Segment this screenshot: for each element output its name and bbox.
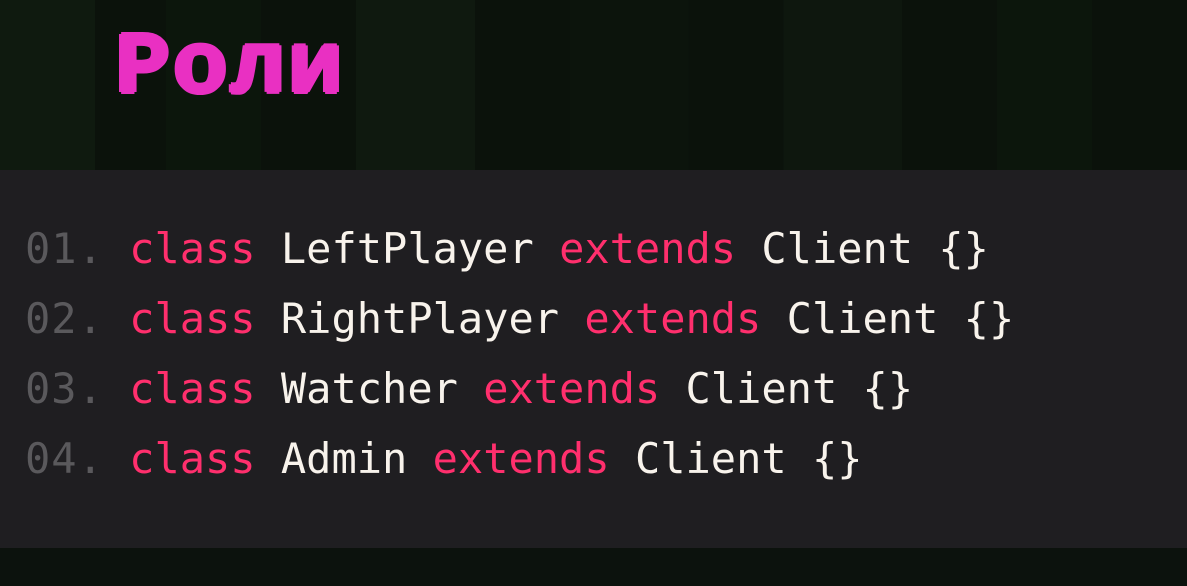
class-name: LeftPlayer [281, 224, 534, 273]
braces: {} [964, 294, 1015, 343]
keyword-extends: extends [433, 434, 610, 483]
line-number: 01. [25, 224, 104, 273]
keyword-class: class [129, 364, 255, 413]
code-line: 02. class RightPlayer extends Client {} [25, 298, 1187, 340]
code-line: 01. class LeftPlayer extends Client {} [25, 228, 1187, 270]
braces: {} [812, 434, 863, 483]
base-class: Client [761, 224, 913, 273]
braces: {} [938, 224, 989, 273]
keyword-class: class [129, 224, 255, 273]
keyword-extends: extends [584, 294, 761, 343]
slide-title: Роли [115, 20, 345, 119]
class-name: Admin [281, 434, 407, 483]
base-class: Client [686, 364, 838, 413]
code-line: 04. class Admin extends Client {} [25, 438, 1187, 480]
keyword-extends: extends [559, 224, 736, 273]
base-class: Client [635, 434, 787, 483]
line-number: 03. [25, 364, 104, 413]
braces: {} [863, 364, 914, 413]
slide: Роли 01. class LeftPlayer extends Client… [0, 0, 1187, 586]
keyword-class: class [129, 294, 255, 343]
base-class: Client [787, 294, 939, 343]
code-block: 01. class LeftPlayer extends Client {} 0… [0, 170, 1187, 548]
keyword-extends: extends [483, 364, 660, 413]
keyword-class: class [129, 434, 255, 483]
class-name: RightPlayer [281, 294, 559, 343]
code-line: 03. class Watcher extends Client {} [25, 368, 1187, 410]
class-name: Watcher [281, 364, 458, 413]
title-band: Роли [0, 0, 1187, 170]
line-number: 02. [25, 294, 104, 343]
line-number: 04. [25, 434, 104, 483]
